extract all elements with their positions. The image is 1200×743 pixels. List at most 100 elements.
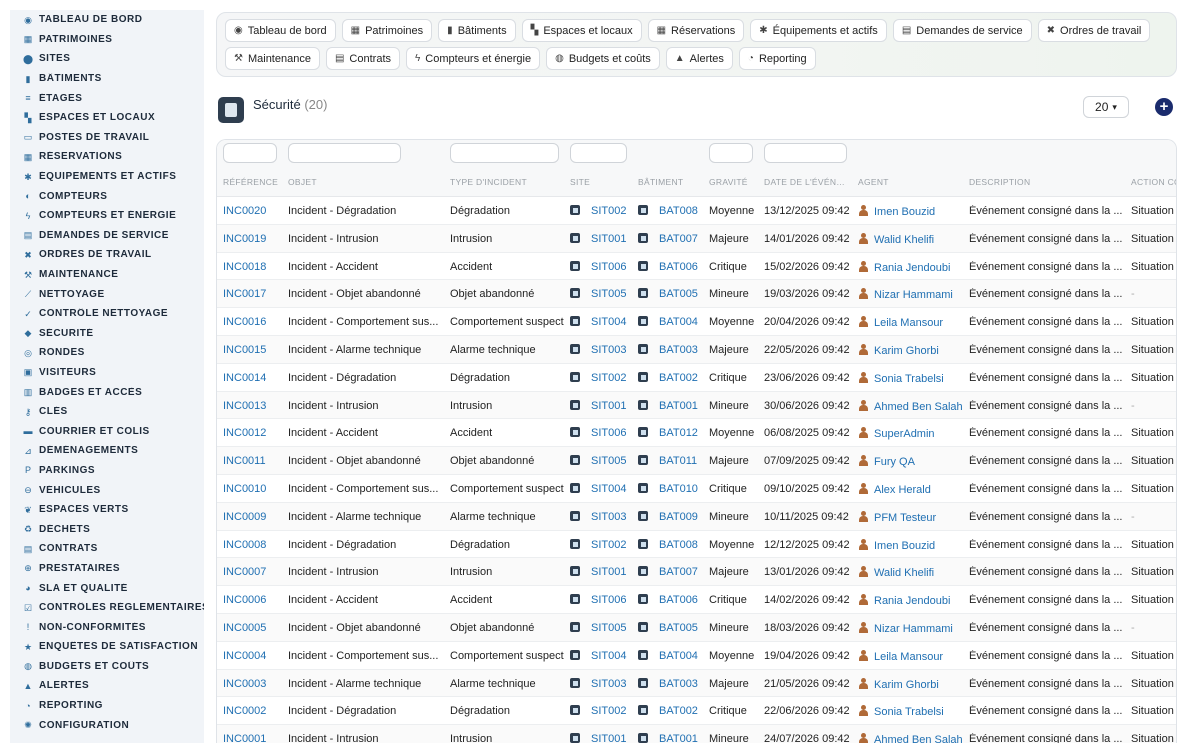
- batiment-link[interactable]: BAT004: [659, 316, 698, 328]
- sidebar-item-30[interactable]: ☑ CONTRÔLES RÉGLEMENTAIRES: [10, 598, 204, 618]
- site-link[interactable]: SIT001: [591, 400, 626, 412]
- table-row[interactable]: INC0020 Incident - Dégradation Dégradation…: [217, 197, 1176, 225]
- sidebar-item-12[interactable]: ✖ ORDRES DE TRAVAIL: [10, 245, 204, 265]
- sidebar-item-2[interactable]: ⬤ SITES: [10, 49, 204, 69]
- batiment-link[interactable]: BAT012: [659, 427, 698, 439]
- table-row[interactable]: INC0007 Incident - Intrusion Intrusion SIT0…: [217, 558, 1176, 587]
- reference-link[interactable]: INC0006: [223, 594, 266, 606]
- table-row[interactable]: INC0001 Incident - Intrusion Intrusion SIT0…: [217, 725, 1176, 743]
- sidebar-item-4[interactable]: ≡ ÉTAGES: [10, 88, 204, 108]
- site-link[interactable]: SIT006: [591, 261, 626, 273]
- agent-link[interactable]: Alex Herald: [874, 484, 931, 496]
- table-row[interactable]: INC0008 Incident - Dégradation Dégradation…: [217, 531, 1176, 559]
- sidebar-item-7[interactable]: ▦ RÉSERVATIONS: [10, 147, 204, 167]
- batiment-link[interactable]: BAT006: [659, 594, 698, 606]
- table-row[interactable]: INC0012 Incident - Accident Accident SIT006…: [217, 419, 1176, 448]
- table-row[interactable]: INC0015 Incident - Alarme technique Alarme…: [217, 335, 1176, 364]
- batiment-link[interactable]: BAT010: [659, 483, 698, 495]
- site-link[interactable]: SIT004: [591, 650, 626, 662]
- site-link[interactable]: SIT005: [591, 455, 626, 467]
- batiment-link[interactable]: BAT003: [659, 678, 698, 690]
- column-header[interactable]: GRAVITÉ: [709, 177, 761, 187]
- tab-patrimoines[interactable]: ▦ Patrimoines: [341, 19, 433, 42]
- sidebar-item-10[interactable]: ϟ COMPTEURS ET ÉNERGIE: [10, 206, 204, 226]
- reference-link[interactable]: INC0002: [223, 705, 266, 717]
- site-link[interactable]: SIT004: [591, 316, 626, 328]
- agent-link[interactable]: SuperAdmin: [874, 428, 935, 440]
- reference-link[interactable]: INC0003: [223, 678, 266, 690]
- table-row[interactable]: INC0014 Incident - Dégradation Dégradation…: [217, 364, 1176, 392]
- column-header[interactable]: DATE DE L'ÉVÉN…: [764, 177, 856, 187]
- sidebar-item-26[interactable]: ♻ DÉCHETS: [10, 519, 204, 539]
- sidebar-item-19[interactable]: ▥ BADGES ET ACCÈS: [10, 382, 204, 402]
- reference-link[interactable]: INC0011: [223, 455, 266, 467]
- batiment-link[interactable]: BAT007: [659, 566, 698, 578]
- site-link[interactable]: SIT001: [591, 566, 626, 578]
- sidebar-item-5[interactable]: ▚ ESPACES ET LOCAUX: [10, 108, 204, 128]
- agent-link[interactable]: Imen Bouzid: [874, 206, 935, 218]
- site-link[interactable]: SIT006: [591, 427, 626, 439]
- agent-link[interactable]: Ahmed Ben Salah: [874, 401, 963, 413]
- batiment-link[interactable]: BAT002: [659, 705, 698, 717]
- site-link[interactable]: SIT005: [591, 622, 626, 634]
- sidebar-item-31[interactable]: ! NON-CONFORMITÉS: [10, 617, 204, 637]
- batiment-link[interactable]: BAT011: [659, 455, 697, 467]
- agent-link[interactable]: Nizar Hammami: [874, 623, 953, 635]
- sidebar-item-3[interactable]: ▮ BÂTIMENTS: [10, 69, 204, 89]
- table-row[interactable]: INC0003 Incident - Alarme technique Alarme…: [217, 669, 1176, 698]
- agent-link[interactable]: Walid Khelifi: [874, 234, 934, 246]
- sidebar-item-25[interactable]: ❦ ESPACES VERTS: [10, 500, 204, 520]
- reference-link[interactable]: INC0018: [223, 261, 266, 273]
- tab-maintenance[interactable]: ⚒ Maintenance: [225, 47, 320, 70]
- column-header[interactable]: BÂTIMENT: [638, 177, 706, 187]
- table-row[interactable]: INC0013 Incident - Intrusion Intrusion SIT0…: [217, 391, 1176, 420]
- agent-link[interactable]: Ahmed Ben Salah: [874, 734, 963, 743]
- batiment-link[interactable]: BAT005: [659, 622, 698, 634]
- agent-link[interactable]: Rania Jendoubi: [874, 262, 950, 274]
- site-link[interactable]: SIT002: [591, 539, 626, 551]
- reference-link[interactable]: INC0013: [223, 400, 266, 412]
- filter-input-objet[interactable]: [288, 143, 401, 163]
- agent-link[interactable]: Sonia Trabelsi: [874, 706, 944, 718]
- sidebar-item-17[interactable]: ◎ RONDES: [10, 343, 204, 363]
- reference-link[interactable]: INC0015: [223, 344, 266, 356]
- filter-input-gravite[interactable]: [709, 143, 753, 163]
- column-header[interactable]: DESCRIPTION: [969, 177, 1124, 187]
- sidebar-item-27[interactable]: ▤ CONTRATS: [10, 539, 204, 559]
- reference-link[interactable]: INC0014: [223, 372, 266, 384]
- sidebar-item-6[interactable]: ▭ POSTES DE TRAVAIL: [10, 128, 204, 148]
- reference-link[interactable]: INC0019: [223, 233, 266, 245]
- column-header[interactable]: RÉFÉRENCE: [223, 177, 283, 187]
- agent-link[interactable]: Leila Mansour: [874, 317, 943, 329]
- tab-r-servations[interactable]: ▦ Réservations: [647, 19, 745, 42]
- sidebar-item-13[interactable]: ⚒ MAINTENANCE: [10, 265, 204, 285]
- sidebar-item-16[interactable]: ◆ SÉCURITÉ: [10, 324, 204, 344]
- tab-reporting[interactable]: ◔ Reporting: [738, 47, 816, 70]
- table-row[interactable]: INC0004 Incident - Comportement sus... Com…: [217, 642, 1176, 670]
- sidebar-item-23[interactable]: P PARKINGS: [10, 461, 204, 481]
- table-row[interactable]: INC0010 Incident - Comportement sus... Com…: [217, 475, 1176, 503]
- table-row[interactable]: INC0016 Incident - Comportement sus... Com…: [217, 308, 1176, 336]
- reference-link[interactable]: INC0020: [223, 205, 266, 217]
- agent-link[interactable]: Walid Khelifi: [874, 567, 934, 579]
- column-header[interactable]: OBJET: [288, 177, 438, 187]
- column-header[interactable]: TYPE D'INCIDENT: [450, 177, 565, 187]
- agent-link[interactable]: Nizar Hammami: [874, 289, 953, 301]
- sidebar-item-34[interactable]: ▲ ALERTES: [10, 676, 204, 696]
- sidebar-item-20[interactable]: ⚷ CLÉS: [10, 402, 204, 422]
- reference-link[interactable]: INC0009: [223, 511, 266, 523]
- reference-link[interactable]: INC0010: [223, 483, 266, 495]
- sidebar-item-8[interactable]: ✱ ÉQUIPEMENTS ET ACTIFS: [10, 167, 204, 187]
- sidebar-item-21[interactable]: ▬ COURRIER ET COLIS: [10, 421, 204, 441]
- site-link[interactable]: SIT001: [591, 233, 626, 245]
- sidebar-item-0[interactable]: ◉ TABLEAU DE BORD: [10, 10, 204, 30]
- batiment-link[interactable]: BAT004: [659, 650, 698, 662]
- tab-b-timents[interactable]: ▮ Bâtiments: [438, 19, 516, 42]
- reference-link[interactable]: INC0008: [223, 539, 266, 551]
- sidebar-item-33[interactable]: ◍ BUDGETS ET COÛTS: [10, 657, 204, 677]
- sidebar-item-22[interactable]: ⊿ DÉMÉNAGEMENTS: [10, 441, 204, 461]
- reference-link[interactable]: INC0016: [223, 316, 266, 328]
- sidebar-item-18[interactable]: ▣ VISITEURS: [10, 363, 204, 383]
- tab--quipements-et-actifs[interactable]: ✱ Équipements et actifs: [750, 19, 887, 42]
- agent-link[interactable]: Sonia Trabelsi: [874, 373, 944, 385]
